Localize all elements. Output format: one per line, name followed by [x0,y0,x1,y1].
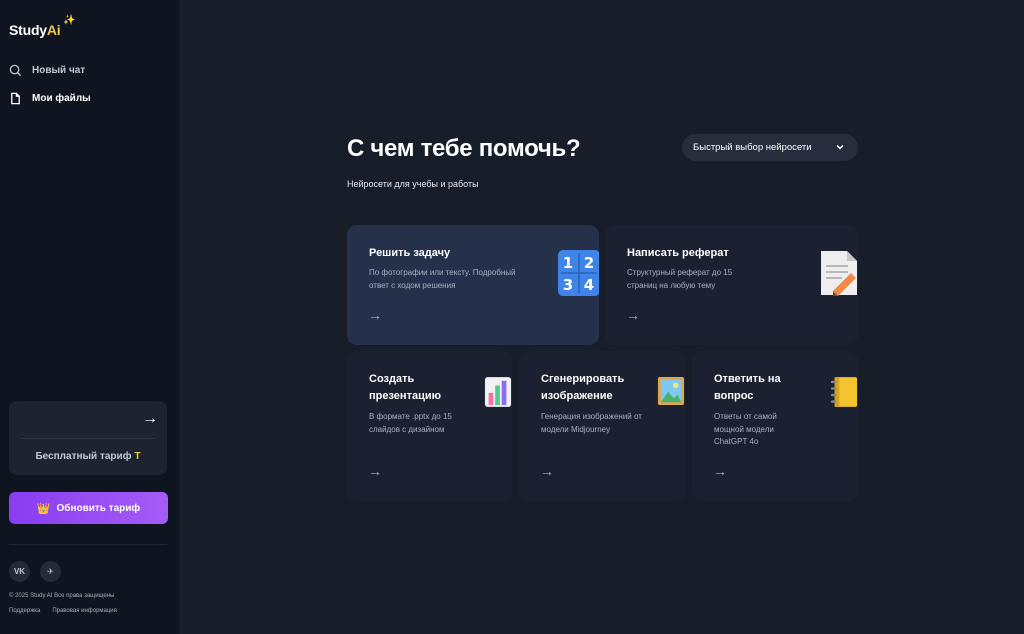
chevron-down-icon [836,144,844,150]
file-icon [11,92,20,105]
sidebar: StudyAi ✨ Новый чат Мои файлы → Бесплатн… [0,0,179,634]
logo-ai: Ai [46,22,61,38]
support-link[interactable]: Поддержка [9,608,40,614]
divider [9,544,167,545]
sidebar-item-new-chat[interactable]: Новый чат [9,64,85,77]
upgrade-plan-button[interactable]: 👑 Обновить тариф [9,492,168,524]
sidebar-item-label: Новый чат [32,65,86,76]
legal-link[interactable]: Правовая информация [52,608,117,614]
card-description: Структурный реферат до 15 страниц на люб… [627,268,733,290]
numbers-1234-icon: 1 2 3 4 [558,250,599,296]
arrow-right-icon: → [368,307,382,323]
svg-text:2: 2 [584,254,594,272]
sparkle-icon: ✨ [63,15,76,26]
page-title: С чем тебе помочь? [347,135,581,162]
card-title: Сгенерировать изображение [541,373,625,402]
card-title: Ответить на вопрос [714,373,781,402]
footer-links: Поддержка Правовая информация [9,608,117,614]
notebook-icon [830,377,858,407]
arrow-right-icon[interactable]: → [142,410,158,428]
vk-icon[interactable]: VK [9,561,30,582]
card-answer-question[interactable]: Ответить на вопрос Ответы от самой мощно… [692,351,858,501]
svg-text:4: 4 [584,276,594,294]
telegram-icon[interactable]: ✈ [40,561,61,582]
sidebar-item-my-files[interactable]: Мои файлы [9,92,91,105]
model-quick-select[interactable]: Быстрый выбор нейросети [682,134,858,161]
model-select-label: Быстрый выбор нейросети [693,142,812,153]
search-icon [9,64,22,77]
upgrade-label: Обновить тариф [56,502,141,514]
card-description: Генерация изображений от модели Midjourn… [541,412,642,434]
plan-badge-icon: T [134,451,141,462]
card-title: Решить задачу [369,247,451,259]
card-create-presentation[interactable]: Создать презентацию В формате .pptx до 1… [347,351,512,501]
copyright: © 2025 Study AI Все права защищены [9,593,115,599]
arrow-right-icon: → [626,307,640,323]
svg-text:1: 1 [563,254,573,272]
bar-chart-icon [484,377,512,407]
card-description: По фотографии или тексту. Подробный отве… [369,268,516,290]
card-title: Написать реферат [627,247,729,259]
logo[interactable]: StudyAi ✨ [9,15,75,38]
arrow-right-icon: → [368,463,382,479]
card-description: В формате .pptx до 15 слайдов с дизайном [369,412,452,434]
framed-picture-icon [657,377,685,405]
card-title: Создать презентацию [369,373,441,402]
card-write-essay[interactable]: Написать реферат Структурный реферат до … [605,225,858,345]
divider [21,438,155,439]
card-solve-task[interactable]: Решить задачу По фотографии или тексту. … [347,225,599,345]
arrow-right-icon: → [713,463,727,479]
plan-box: → Бесплатный тариф T [9,401,167,475]
document-pencil-icon [821,251,857,296]
arrow-right-icon: → [540,463,554,479]
card-description: Ответы от самой мощной модели ChatGPT 4o [714,412,777,446]
page-subtitle: Нейросети для учебы и работы [347,179,479,189]
current-plan: Бесплатный тариф T [9,451,167,462]
plan-label: Бесплатный тариф [35,451,132,462]
card-generate-image[interactable]: Сгенерировать изображение Генерация изоб… [519,351,685,501]
crown-icon: 👑 [36,502,51,515]
logo-text: Study [9,22,47,38]
svg-text:3: 3 [563,276,573,294]
sidebar-item-label: Мои файлы [32,93,91,104]
